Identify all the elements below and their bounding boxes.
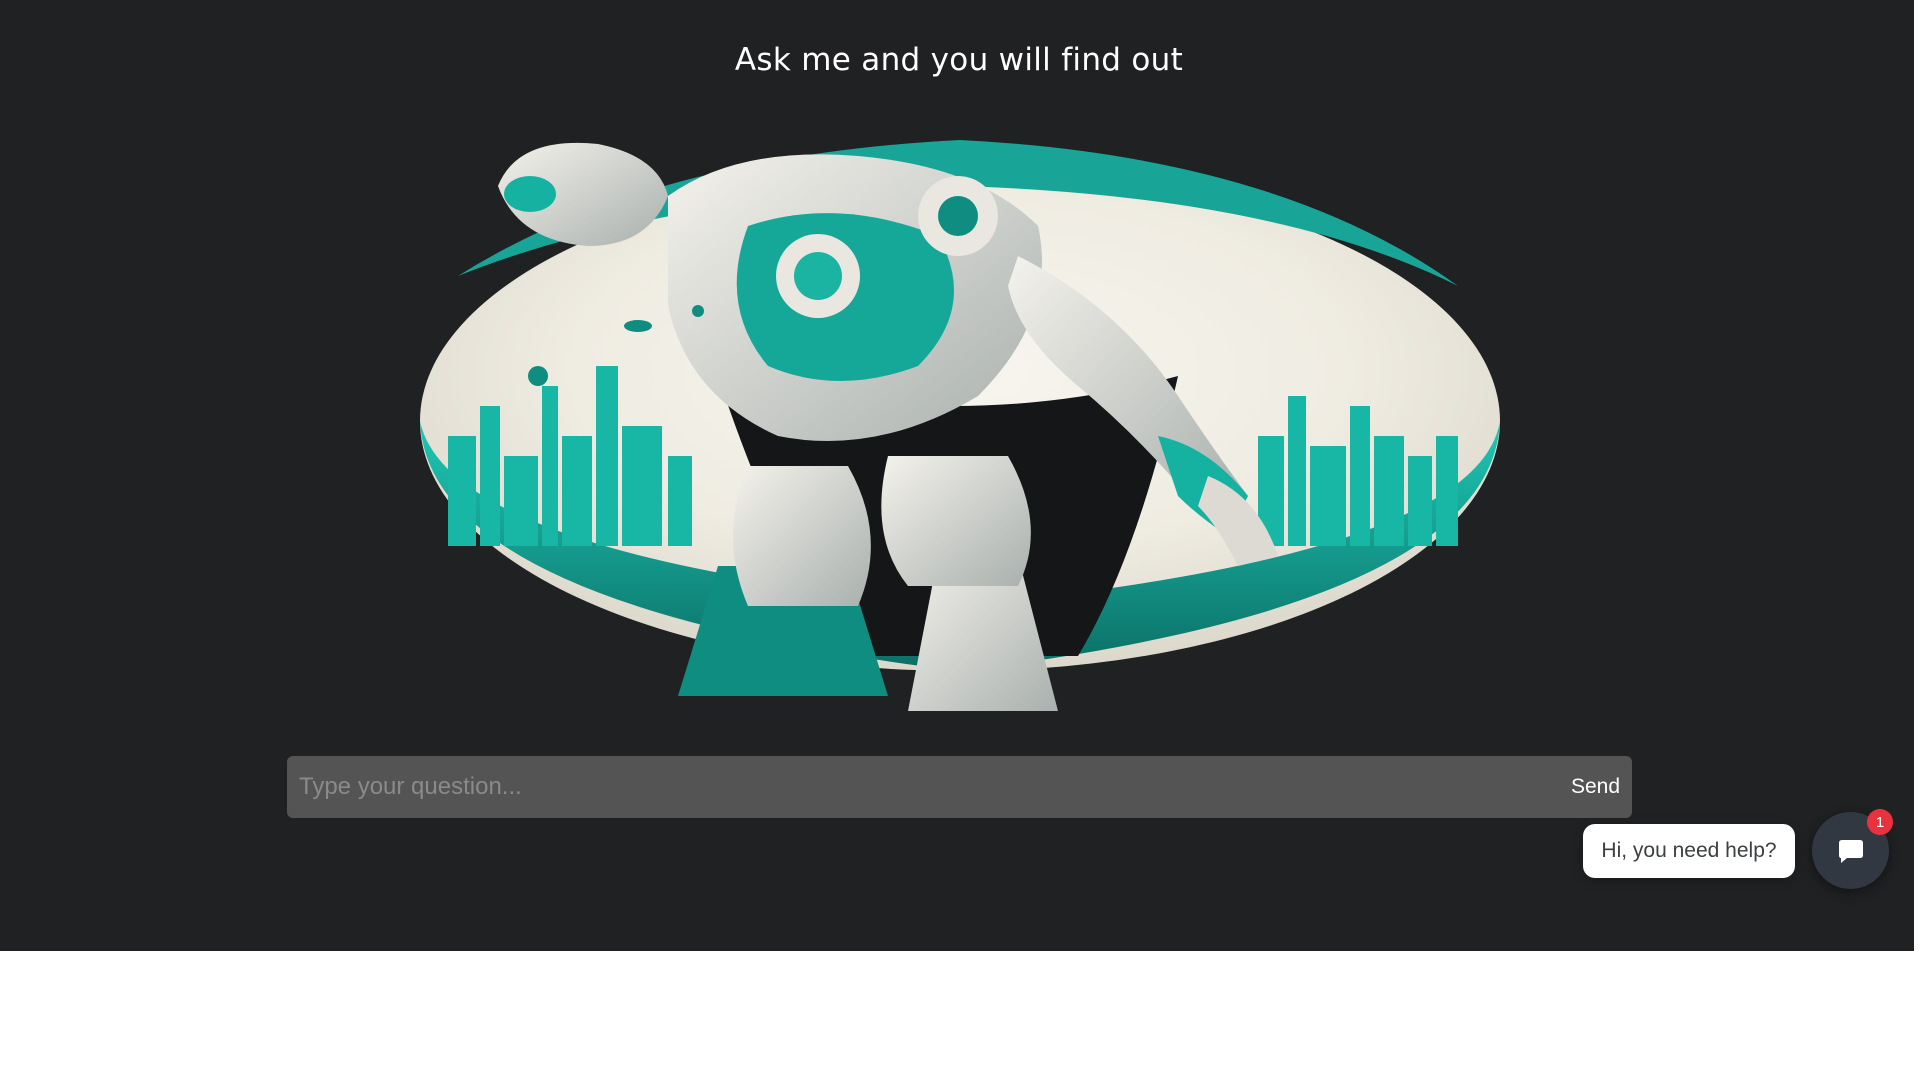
chat-bubble-icon [1838,839,1863,863]
page-title: Ask me and you will find out [734,42,1184,78]
page: Ask me and you will find out Type your q… [0,0,1918,1080]
send-button[interactable]: Send [1552,756,1622,818]
unread-count-badge: 1 [1867,809,1893,835]
question-input[interactable] [287,756,1517,818]
robot-illustration [418,136,1502,716]
help-greeting-text: Hi, you need help? [1601,839,1777,862]
main-panel: Ask me and you will find out Type your q… [0,0,1914,951]
help-greeting-bubble[interactable]: Hi, you need help? [1583,824,1795,878]
question-bar: Send [287,756,1632,818]
